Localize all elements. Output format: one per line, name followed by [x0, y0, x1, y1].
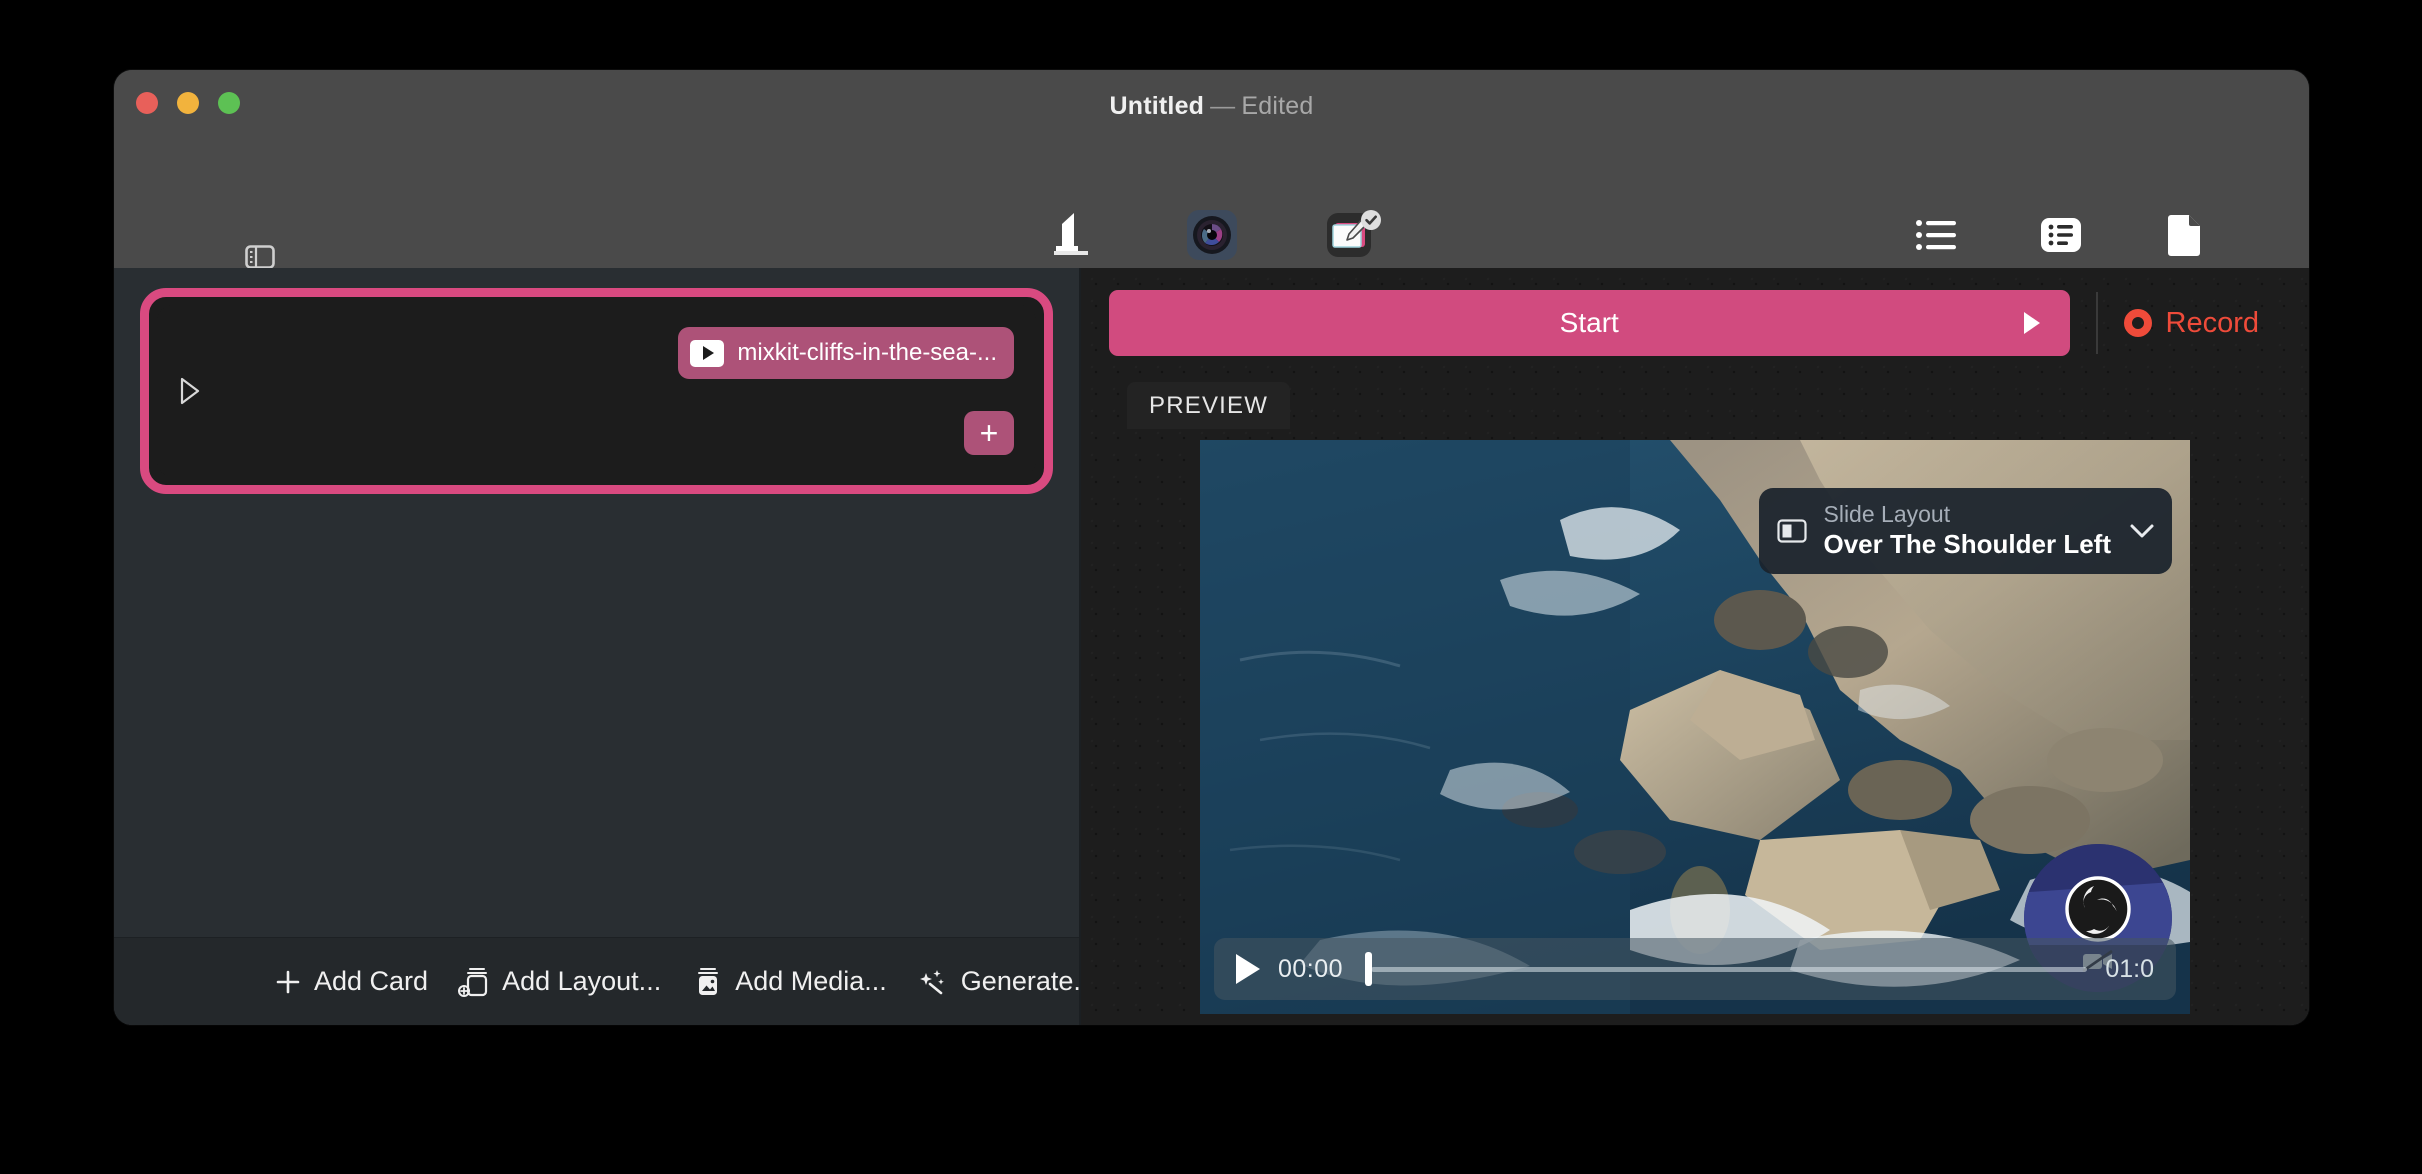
- cards-bottom-toolbar: Add Card Add Layout...: [114, 937, 1079, 1025]
- preview-tab-row: PREVIEW: [1109, 382, 2281, 429]
- record-button[interactable]: Record: [2124, 307, 2282, 340]
- card-list-icon: [2038, 208, 2084, 262]
- vertical-divider: [2096, 292, 2098, 354]
- chevron-down-icon[interactable]: [2128, 522, 2156, 540]
- teleprompter-icon: [1044, 208, 1096, 262]
- document-icon: [2166, 208, 2204, 262]
- preview-pane: Start Record PREVIEW: [1081, 268, 2309, 1025]
- card-list: mixkit-cliffs-in-the-sea-... +: [114, 268, 1079, 937]
- video-pencil-icon: [1326, 208, 1382, 262]
- add-media-to-card-button[interactable]: +: [964, 411, 1014, 455]
- layout-add-icon: [458, 966, 490, 998]
- add-layout-button[interactable]: Add Layout...: [458, 966, 661, 998]
- generate-label: Generate...: [961, 966, 1096, 997]
- card-inner: mixkit-cliffs-in-the-sea-... +: [157, 305, 1036, 477]
- document-name: Untitled: [1110, 92, 1205, 120]
- app-body: mixkit-cliffs-in-the-sea-... +: [114, 268, 2309, 1025]
- title-bar: Untitled—Edited: [114, 70, 2309, 268]
- add-card-button[interactable]: Add Card: [274, 966, 428, 997]
- obs-logo-icon: [2064, 875, 2132, 943]
- generate-button[interactable]: Generate...: [917, 966, 1096, 998]
- list-bullets-icon: [1915, 208, 1959, 262]
- start-record-row: Start Record: [1109, 290, 2281, 356]
- sidebar-icon-glyph: [245, 245, 275, 269]
- media-chip[interactable]: mixkit-cliffs-in-the-sea-...: [678, 327, 1014, 379]
- play-outline-icon[interactable]: [179, 377, 201, 405]
- start-button[interactable]: Start: [1109, 290, 2070, 356]
- video-play-thumb-icon: [690, 340, 724, 367]
- slide-layout-title: Slide Layout: [1824, 501, 2112, 528]
- add-layout-label: Add Layout...: [502, 966, 661, 997]
- camera-lens-icon: [1186, 208, 1238, 262]
- progress-track: [1371, 967, 2087, 972]
- add-media-label: Add Media...: [735, 966, 887, 997]
- tab-preview[interactable]: PREVIEW: [1127, 382, 1290, 429]
- media-chip-label: mixkit-cliffs-in-the-sea-...: [737, 339, 997, 367]
- start-button-label: Start: [1560, 307, 1619, 339]
- slide-layout-selector[interactable]: Slide Layout Over The Shoulder Left: [1759, 488, 2173, 574]
- page-title: Untitled—Edited: [114, 92, 2309, 121]
- add-media-button[interactable]: Add Media...: [691, 966, 887, 998]
- title-separator: —: [1210, 92, 1235, 120]
- slide-layout-icon: [1777, 519, 1807, 543]
- end-time: 01:0: [2105, 955, 2154, 984]
- progress-slider[interactable]: [1361, 951, 2087, 987]
- sparkles-icon: [917, 966, 949, 998]
- media-add-icon: [691, 966, 723, 998]
- plus-icon: [274, 968, 302, 996]
- cards-pane: mixkit-cliffs-in-the-sea-... +: [114, 268, 1081, 1025]
- slide-layout-value: Over The Shoulder Left: [1824, 529, 2112, 560]
- video-playback-controls: 00:00 01:0: [1214, 938, 2176, 1000]
- preview-video[interactable]: Slide Layout Over The Shoulder Left: [1200, 440, 2190, 1014]
- add-button-label: +: [980, 417, 999, 449]
- progress-knob[interactable]: [1365, 952, 1372, 986]
- record-button-label: Record: [2166, 307, 2260, 340]
- record-dot-icon: [2124, 309, 2152, 337]
- add-card-label: Add Card: [314, 966, 428, 997]
- play-arrow-icon: [2024, 312, 2040, 334]
- current-time: 00:00: [1278, 955, 1343, 984]
- app-window: Untitled—Edited: [114, 70, 2309, 1025]
- play-icon[interactable]: [1236, 954, 1260, 984]
- card-item[interactable]: mixkit-cliffs-in-the-sea-... +: [140, 288, 1053, 494]
- slide-layout-text: Slide Layout Over The Shoulder Left: [1824, 501, 2112, 560]
- document-state: Edited: [1241, 92, 1313, 120]
